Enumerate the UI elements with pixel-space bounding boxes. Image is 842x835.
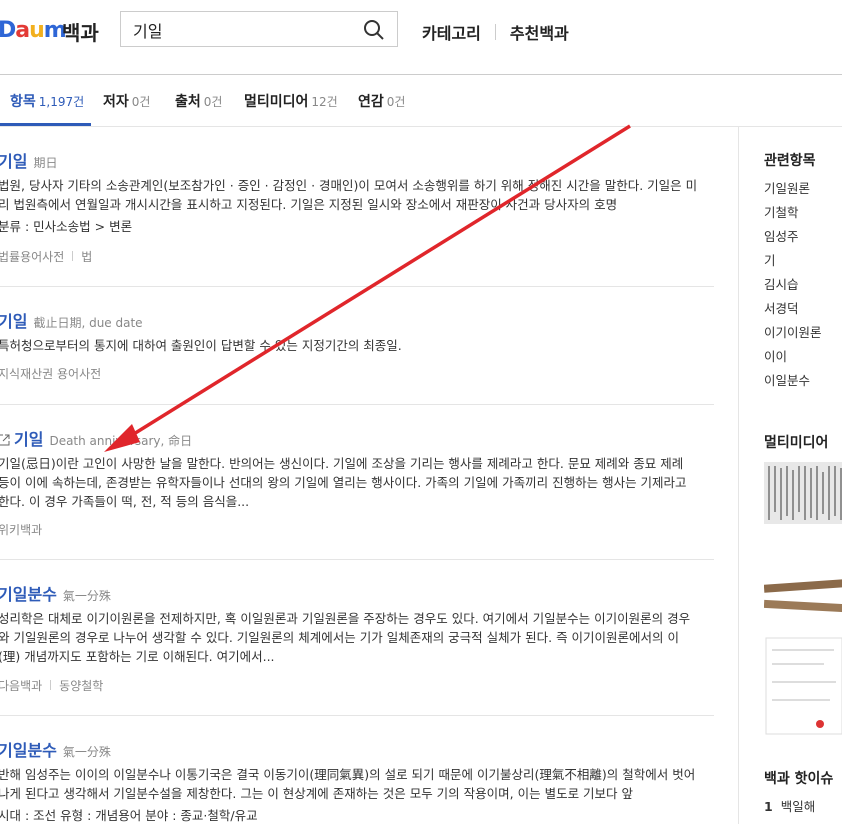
nav-category[interactable]: 카테고리 (422, 20, 481, 44)
popular-item[interactable]: 1 백일해 (764, 796, 815, 815)
related-item[interactable]: 이일분수 (764, 370, 810, 389)
search-input[interactable] (131, 19, 355, 41)
related-item[interactable]: 기철학 (764, 202, 799, 221)
tab-items[interactable]: 항목 1,197건 (10, 91, 84, 111)
result-category: 분류 : 민사소송법 > 변론 (0, 219, 133, 234)
related-item[interactable]: 기 (764, 250, 776, 269)
daum-logo[interactable]: Daum (0, 18, 67, 43)
search-box[interactable] (120, 11, 398, 47)
multimedia-thumbnail[interactable] (764, 636, 842, 736)
tab-yearbook[interactable]: 연감 0건 (358, 91, 405, 111)
nav-recommended[interactable]: 추천백과 (510, 20, 569, 44)
result-title[interactable]: 기일 截止日期, due date (0, 308, 143, 332)
header: Daum 백과 카테고리 추천백과 (0, 0, 842, 75)
result-snippet: 성리학은 대체로 이기이원론을 전제하지만, 혹 이일원론과 기일원론을 주장하… (0, 611, 691, 664)
top-nav: 카테고리 추천백과 (422, 20, 569, 44)
multimedia-title: 멀티미디어 (764, 435, 829, 451)
result-source: 위키백과 (0, 523, 43, 537)
result-item: 기일분수 氣一分殊 성리학은 대체로 이기이원론을 전제하지만, 혹 이일원론과 … (0, 559, 714, 716)
result-snippet: 기일(忌日)이란 고인이 사망한 날을 말한다. 반의어는 생신이다. 기일에 … (0, 456, 687, 509)
result-title[interactable]: 기일 期日 (0, 148, 57, 172)
result-item: 기일 期日 법원, 당사자 기타의 소송관계인(보조참가인 · 증인 · 감정인 … (0, 126, 714, 287)
related-item[interactable]: 이이 (764, 346, 787, 365)
related-title: 관련항목 (764, 153, 816, 169)
related-item[interactable]: 임성주 (764, 226, 799, 245)
related-item[interactable]: 서경덕 (764, 298, 799, 317)
result-item: 기일분수 氣一分殊 반해 임성주는 이이의 이일분수나 이통기국은 결국 이동기이… (0, 715, 714, 835)
related-item[interactable]: 이기이원론 (764, 322, 822, 341)
nav-separator (494, 24, 496, 40)
result-snippet: 특허청으로부터의 통지에 대하여 출원인이 답변할 수 있는 지정기간의 최종일… (0, 338, 402, 353)
tab-sources[interactable]: 출처 0건 (175, 91, 222, 111)
result-item: 기일 截止日期, due date 특허청으로부터의 통지에 대하여 출원인이 답… (0, 286, 714, 405)
logo-suffix[interactable]: 백과 (62, 17, 99, 46)
result-classification: 시대 : 조선 유형 : 개념용어 분야 : 종교·철학/유교 (0, 808, 258, 823)
tab-multimedia[interactable]: 멀티미디어 12건 (244, 91, 338, 111)
result-snippet: 반해 임성주는 이이의 이일분수나 이통기국은 결국 이동기이(理同氣異)의 설… (0, 767, 696, 801)
result-snippet: 법원, 당사자 기타의 소송관계인(보조참가인 · 증인 · 감정인 · 경매인… (0, 178, 698, 212)
related-item[interactable]: 김시습 (764, 274, 799, 293)
result-title[interactable]: 기일분수 氣一分殊 (0, 737, 111, 761)
search-tabs: 항목 1,197건 저자 0건 출처 0건 멀티미디어 12건 연감 0건 (0, 75, 842, 127)
popular-title: 백과 핫이슈 (764, 771, 834, 787)
related-item[interactable]: 기일원론 (764, 178, 810, 197)
result-item: 기일 Death anniversary, 命日 기일(忌日)이란 고인이 사망한… (0, 404, 714, 560)
multimedia-thumbnail[interactable] (764, 462, 842, 524)
multimedia-thumbnail[interactable] (764, 574, 842, 622)
result-source: 다음백과 동양철학 (0, 679, 104, 693)
tab-authors[interactable]: 저자 0건 (103, 91, 150, 111)
result-source: 지식재산권 용어사전 (0, 367, 102, 381)
result-title[interactable]: 기일분수 氣一分殊 (0, 581, 111, 605)
search-icon[interactable] (363, 19, 385, 41)
result-title[interactable]: 기일 Death anniversary, 命日 (0, 426, 192, 450)
sidebar-divider (738, 126, 739, 824)
external-link-icon (0, 434, 10, 446)
result-source: 법률용어사전 법 (0, 250, 93, 264)
